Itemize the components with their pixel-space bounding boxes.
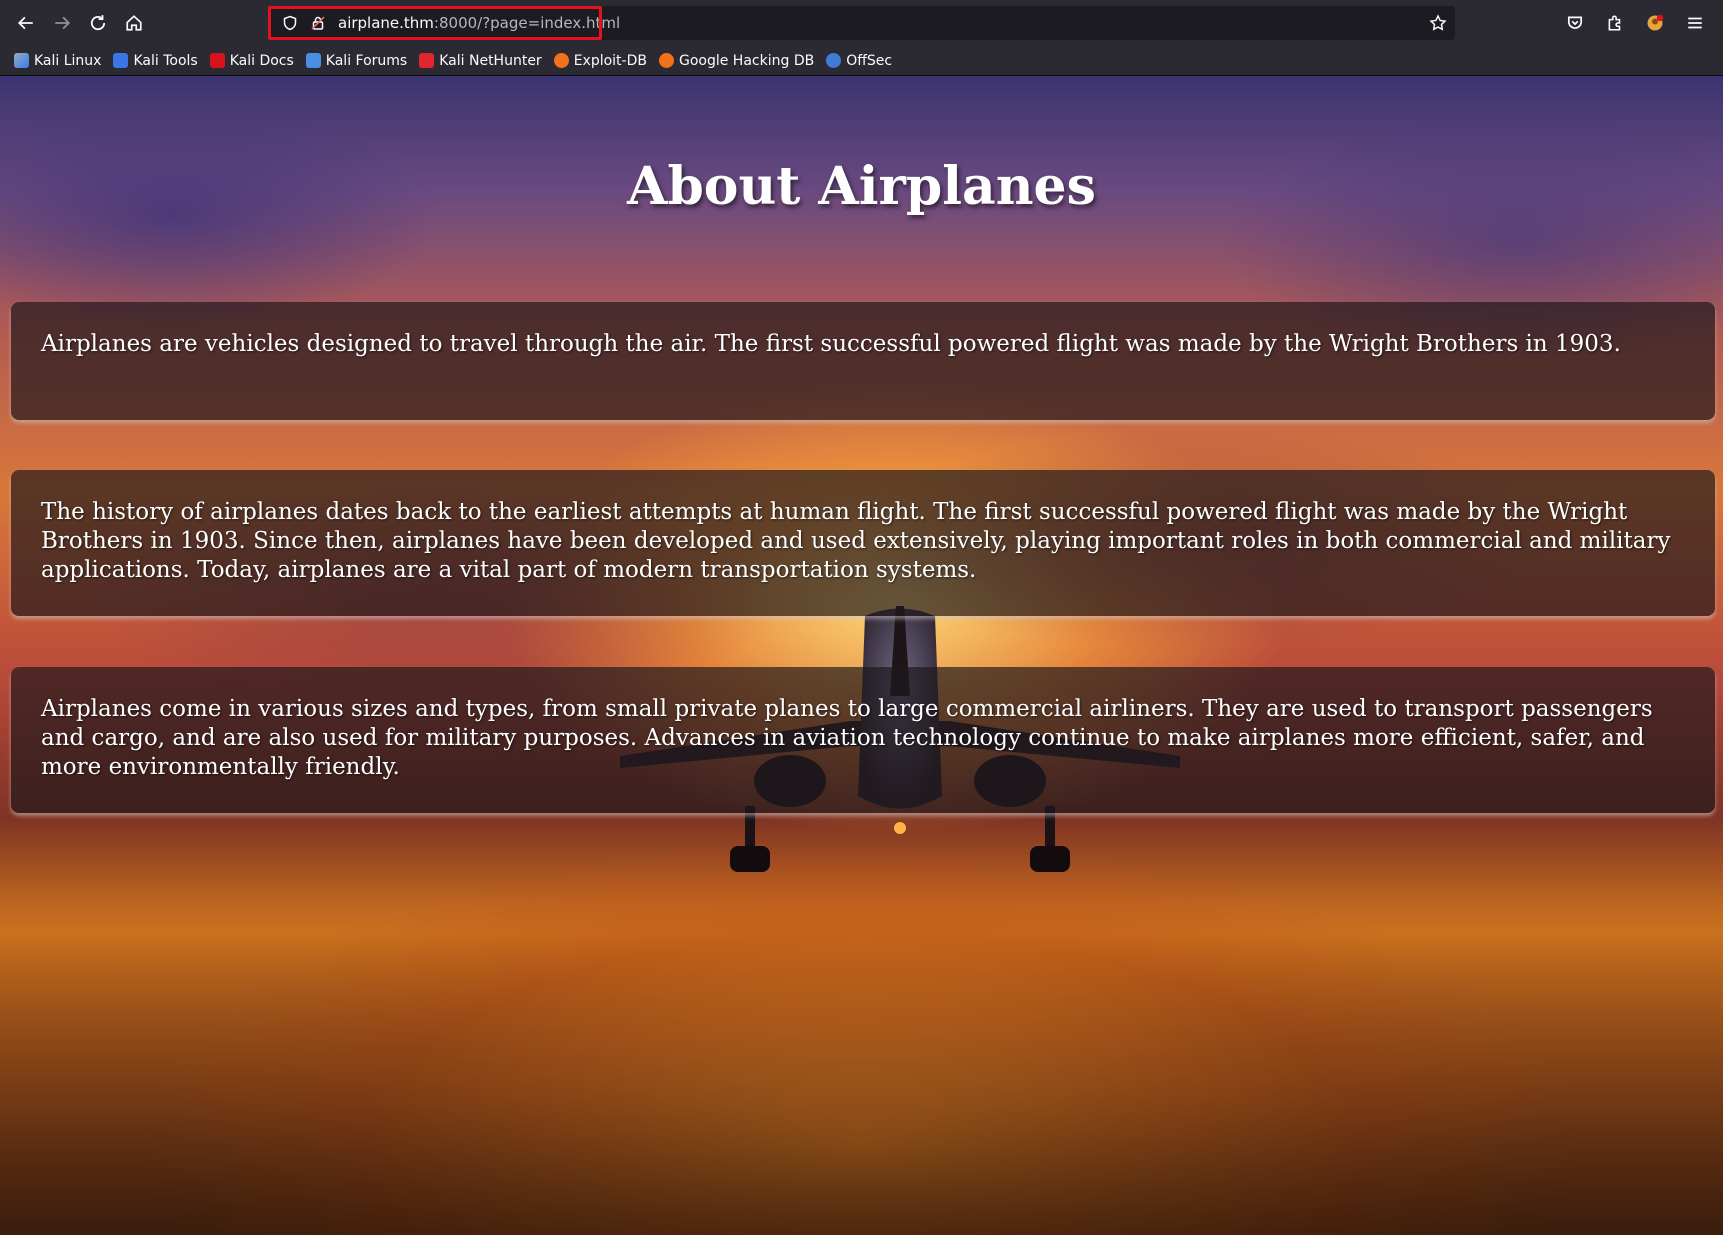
bookmark-label: Kali Linux <box>34 52 102 69</box>
bookmark-kali-forums[interactable]: Kali Forums <box>305 52 408 69</box>
bookmark-kali-nethunter[interactable]: Kali NetHunter <box>419 52 542 69</box>
kali-forums-icon <box>305 53 321 68</box>
kali-dragon-icon <box>14 53 29 68</box>
account-button[interactable] <box>1637 5 1673 41</box>
puzzle-icon <box>1608 15 1621 31</box>
paragraph-history: The history of airplanes dates back to t… <box>41 499 1671 583</box>
bookmark-label: Kali Forums <box>325 52 408 69</box>
ghdb-icon <box>658 53 674 68</box>
forward-button[interactable] <box>44 5 80 41</box>
bookmark-kali-tools[interactable]: Kali Tools <box>113 52 198 69</box>
offsec-icon <box>826 53 842 68</box>
forward-arrow-icon <box>55 16 71 30</box>
extensions-button[interactable] <box>1597 5 1633 41</box>
hamburger-menu-icon <box>1688 17 1702 29</box>
menu-button[interactable] <box>1677 5 1713 41</box>
page-title: About Airplanes <box>627 156 1096 217</box>
home-icon <box>126 15 142 31</box>
page-viewport: About Airplanes Airplanes are vehicles d… <box>0 76 1723 1235</box>
bookmark-kali-linux[interactable]: Kali Linux <box>14 53 101 69</box>
bookmark-offsec[interactable]: OffSec <box>826 53 892 69</box>
kali-docs-icon <box>209 53 225 68</box>
back-arrow-icon <box>17 16 33 30</box>
bookmark-label: Kali Docs <box>229 52 294 69</box>
exploit-db-icon <box>553 53 569 68</box>
home-button[interactable] <box>116 5 152 41</box>
shield-icon[interactable] <box>276 15 304 31</box>
bookmark-label: Exploit-DB <box>573 52 647 69</box>
content-card-intro: Airplanes are vehicles designed to trave… <box>11 302 1715 420</box>
lock-icon[interactable] <box>304 15 332 31</box>
reload-button[interactable] <box>80 5 116 41</box>
content-card-history: The history of airplanes dates back to t… <box>11 470 1715 616</box>
content-card-types: Airplanes come in various sizes and type… <box>11 667 1715 813</box>
bookmark-label: OffSec <box>846 52 893 69</box>
pocket-button[interactable] <box>1557 5 1593 41</box>
kali-tools-icon <box>113 53 129 68</box>
url-host: airplane.thm <box>338 14 434 32</box>
bookmark-star-icon[interactable] <box>1429 14 1447 36</box>
nethunter-icon <box>419 53 435 68</box>
url-text[interactable]: airplane.thm:8000/?page=index.html <box>338 14 620 32</box>
pocket-icon <box>1567 16 1583 29</box>
bookmarks-toolbar: Kali Linux Kali Tools Kali Docs Kali For… <box>0 46 1723 76</box>
paragraph-intro: Airplanes are vehicles designed to trave… <box>41 331 1621 357</box>
url-path: :8000/?page=index.html <box>433 14 621 32</box>
bookmark-exploit-db[interactable]: Exploit-DB <box>553 52 647 69</box>
bookmark-label: Kali Tools <box>133 52 198 69</box>
bookmark-google-hacking-db[interactable]: Google Hacking DB <box>658 52 815 69</box>
bookmark-kali-docs[interactable]: Kali Docs <box>209 52 294 69</box>
account-avatar-icon <box>1647 14 1664 31</box>
browser-toolbar: airplane.thm:8000/?page=index.html <box>0 0 1723 46</box>
bookmark-label: Kali NetHunter <box>439 52 542 69</box>
bookmark-label: Google Hacking DB <box>678 52 815 69</box>
back-button[interactable] <box>8 5 44 41</box>
toolbar-right-icons <box>1557 5 1713 41</box>
paragraph-types: Airplanes come in various sizes and type… <box>41 696 1653 780</box>
url-bar[interactable]: airplane.thm:8000/?page=index.html <box>268 6 1455 40</box>
reload-icon <box>90 15 106 31</box>
